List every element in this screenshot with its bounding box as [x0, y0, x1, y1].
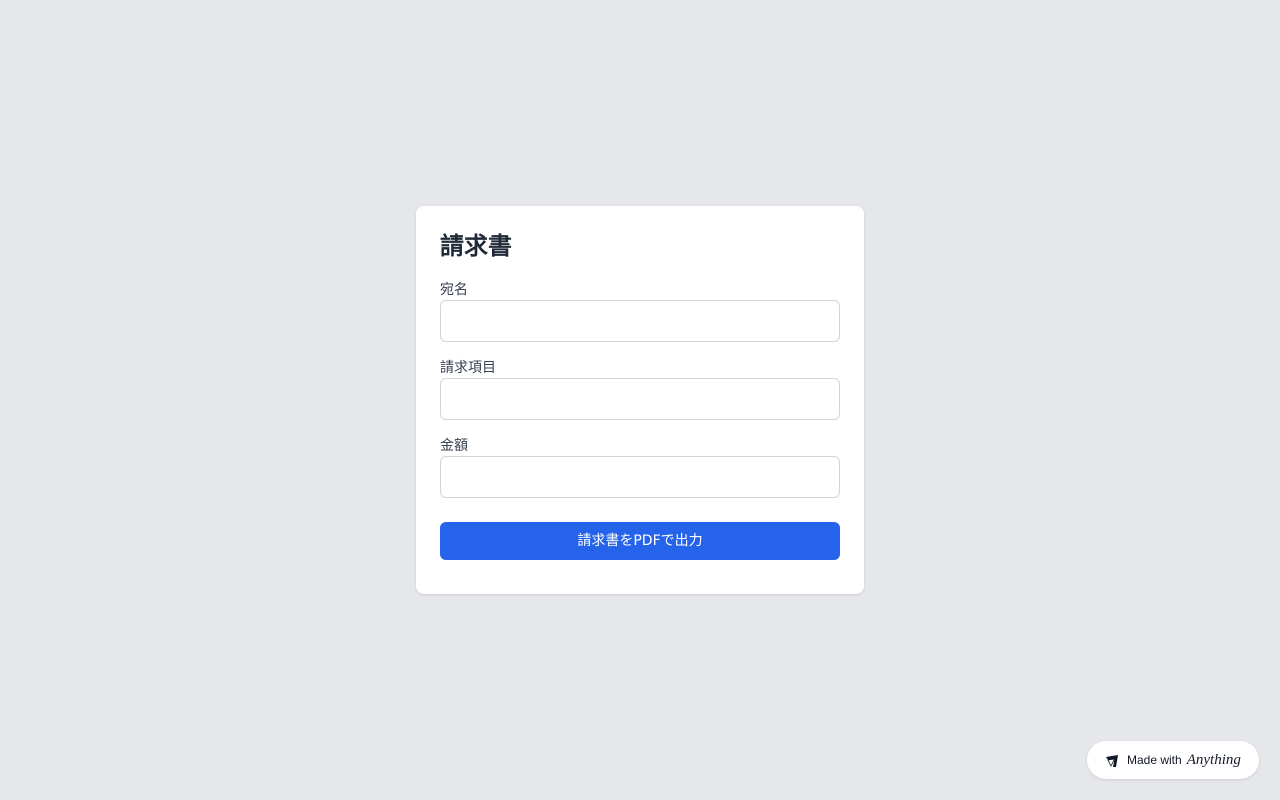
recipient-input[interactable] [440, 300, 840, 342]
form-title: 請求書 [440, 232, 512, 260]
recipient-field-group: 宛名 [440, 280, 840, 342]
export-pdf-button[interactable]: 請求書をPDFで出力 [440, 522, 840, 560]
page: 請求書 宛名 請求項目 金額 請求書をPDFで出力 Made with Anyt… [0, 0, 1280, 800]
item-input[interactable] [440, 378, 840, 420]
anything-logo-icon [1105, 753, 1119, 767]
badge-brand: Anything [1186, 751, 1241, 768]
amount-field-group: 金額 [440, 436, 840, 498]
recipient-label: 宛名 [440, 282, 468, 298]
badge-text: Made with [1127, 753, 1182, 767]
item-field-group: 請求項目 [440, 358, 840, 420]
item-label: 請求項目 [440, 360, 496, 376]
invoice-form-card: 請求書 宛名 請求項目 金額 請求書をPDFで出力 [416, 206, 864, 594]
amount-label: 金額 [440, 438, 468, 454]
amount-input[interactable] [440, 456, 840, 498]
made-with-anything-badge[interactable]: Made with Anything [1087, 741, 1259, 779]
